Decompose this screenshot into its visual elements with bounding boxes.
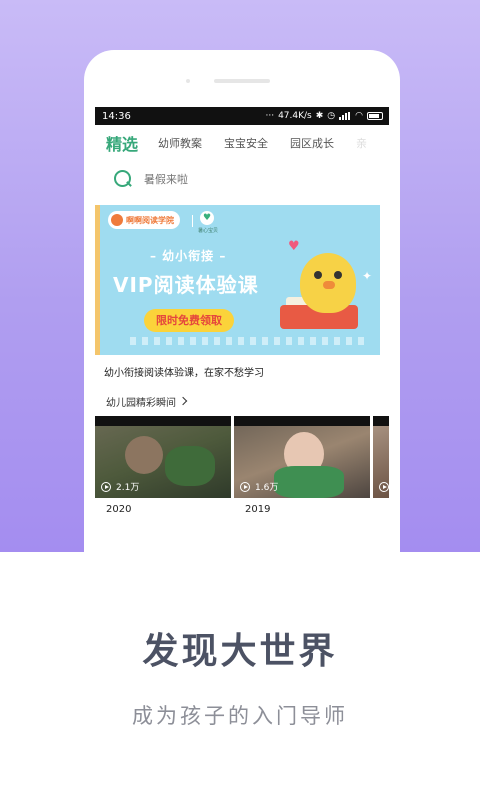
video-year: 2019 bbox=[245, 504, 271, 515]
play-icon bbox=[240, 482, 250, 492]
banner-subtitle: – 幼小衔接 – bbox=[150, 249, 227, 263]
tab-featured[interactable]: 精选 bbox=[106, 131, 138, 155]
video-views: 1.6万 bbox=[255, 483, 279, 493]
video-thumbnail[interactable]: 2.1万 bbox=[95, 416, 231, 498]
banner-card[interactable]: 啊啊阅读学院 ♥ 暑心宝贝 – 幼小衔接 – VIP阅读体验课 限时免费领取 ♥… bbox=[95, 202, 380, 385]
search-icon[interactable] bbox=[114, 170, 132, 188]
play-icon bbox=[101, 482, 111, 492]
promo-subline: 成为孩子的入门导师 bbox=[132, 704, 348, 728]
heart-icon: ♥ bbox=[288, 239, 300, 254]
video-thumbnail[interactable]: 1.6万 bbox=[234, 416, 370, 498]
brand-logo: 啊啊阅读学院 bbox=[108, 211, 180, 229]
section-header[interactable]: 幼儿园精彩瞬间 bbox=[95, 391, 389, 411]
white-background bbox=[0, 552, 480, 800]
video-thumbnail[interactable] bbox=[373, 416, 389, 498]
star-icon: ✦ bbox=[362, 269, 373, 283]
network-speed: 47.4K/s bbox=[278, 111, 312, 121]
speaker-grille bbox=[214, 79, 270, 83]
camera-icon bbox=[186, 79, 190, 83]
logo-divider bbox=[192, 215, 193, 227]
partner-logo-icon: ♥ bbox=[200, 211, 214, 225]
decorative-stripe bbox=[130, 337, 370, 345]
video-year: 2020 bbox=[106, 504, 132, 515]
phone-frame: 14:36 ··· 47.4K/s ✱ ◷ ◠ 精选 幼师教案 宝宝安全 园区成… bbox=[84, 50, 400, 552]
video-topbar bbox=[95, 416, 231, 426]
chick-mascot-icon bbox=[300, 253, 356, 313]
section-title: 幼儿园精彩瞬间 bbox=[106, 397, 176, 409]
battery-icon bbox=[367, 112, 383, 120]
banner-caption: 幼小衔接阅读体验课，在家不愁学习 bbox=[104, 368, 264, 379]
banner-title: VIP阅读体验课 bbox=[113, 273, 259, 297]
search-input[interactable] bbox=[144, 172, 344, 186]
partner-logo-label: 暑心宝贝 bbox=[198, 228, 219, 234]
promo-headline: 发现大世界 bbox=[142, 631, 338, 672]
video-views: 2.1万 bbox=[116, 483, 140, 493]
wifi-icon: ◠ bbox=[355, 110, 363, 121]
chick-eye-icon bbox=[314, 271, 322, 279]
banner-image[interactable]: 啊啊阅读学院 ♥ 暑心宝贝 – 幼小衔接 – VIP阅读体验课 限时免费领取 ♥… bbox=[100, 205, 380, 355]
play-icon bbox=[379, 482, 389, 492]
search-bar[interactable] bbox=[95, 161, 389, 197]
status-time: 14:36 bbox=[102, 110, 131, 122]
child-figure bbox=[125, 436, 163, 474]
free-claim-button[interactable]: 限时免费领取 bbox=[144, 309, 234, 332]
child-figure bbox=[165, 446, 215, 486]
child-figure bbox=[274, 466, 344, 498]
video-topbar bbox=[234, 416, 370, 426]
video-topbar bbox=[373, 416, 389, 426]
tab-campus-growth[interactable]: 园区成长 bbox=[290, 135, 334, 151]
logo-icon bbox=[111, 214, 123, 226]
chick-beak-icon bbox=[323, 281, 335, 289]
phone-screen: 14:36 ··· 47.4K/s ✱ ◷ ◠ 精选 幼师教案 宝宝安全 园区成… bbox=[95, 107, 389, 552]
bluetooth-icon: ✱ bbox=[315, 110, 324, 121]
tab-more[interactable]: 亲 bbox=[356, 135, 367, 151]
status-icons: ··· 47.4K/s ✱ ◷ ◠ bbox=[265, 111, 383, 121]
status-bar: 14:36 ··· 47.4K/s ✱ ◷ ◠ bbox=[95, 107, 389, 125]
category-tabs: 精选 幼师教案 宝宝安全 园区成长 亲 bbox=[95, 125, 389, 161]
chevron-right-icon bbox=[178, 396, 188, 406]
alarm-icon: ◷ bbox=[327, 110, 336, 121]
signal-icon bbox=[339, 112, 351, 120]
brand-logo-text: 啊啊阅读学院 bbox=[126, 215, 174, 225]
video-list: 2.1万 2020 1.6万 2019 bbox=[95, 416, 389, 536]
tab-baby-safety[interactable]: 宝宝安全 bbox=[224, 135, 268, 151]
signal-dots-icon: ··· bbox=[265, 110, 275, 121]
tab-teacher-lessons[interactable]: 幼师教案 bbox=[158, 135, 202, 151]
chick-eye-icon bbox=[334, 271, 342, 279]
